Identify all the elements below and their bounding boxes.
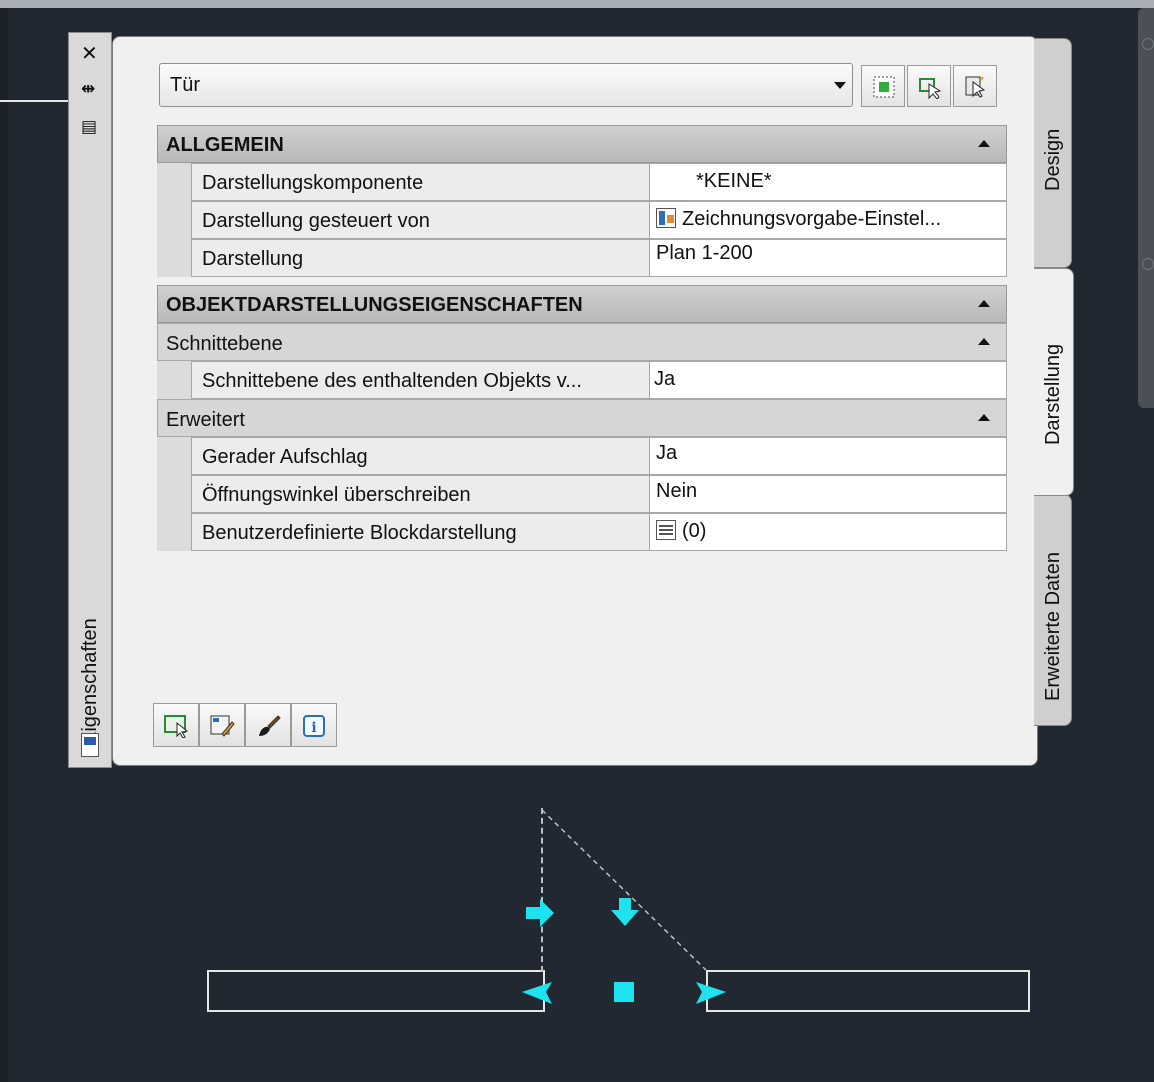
property-value[interactable]: Nein: [649, 475, 1007, 513]
tab-label: Design: [1042, 128, 1064, 191]
property-value[interactable]: Ja: [649, 437, 1007, 475]
edit-style-icon: [164, 715, 189, 738]
category-label: OBJEKTDARSTELLUNGSEIGENSCHAFTEN: [166, 294, 583, 316]
property-value[interactable]: Ja: [649, 361, 1007, 399]
property-row[interactable]: Gerader Aufschlag Ja: [157, 437, 1007, 475]
door-swing-line: [541, 809, 707, 971]
properties-menu-icon[interactable]: ▤: [81, 117, 97, 137]
grip-triangle-left-icon[interactable]: [520, 980, 554, 1006]
property-row[interactable]: Öffnungswinkel überschreiben Nein: [157, 475, 1007, 513]
toggle-pickadd-button[interactable]: [953, 65, 997, 107]
edit-display-button[interactable]: [199, 703, 245, 747]
collapse-icon[interactable]: [978, 414, 990, 421]
palette-titlebar[interactable]: ✕ ⇹ ▤ Eigenschaften: [68, 32, 112, 768]
property-row[interactable]: Schnittebene des enthaltenden Objekts v.…: [157, 361, 1007, 399]
property-value[interactable]: (0): [649, 513, 1007, 551]
collapse-icon[interactable]: [978, 140, 990, 147]
property-name: Öffnungswinkel überschreiben: [191, 475, 649, 513]
tab-design[interactable]: Design: [1034, 38, 1072, 268]
subcategory-label: Schnittebene: [166, 333, 283, 355]
tab-erweiterte-daten[interactable]: Erweiterte Daten: [1034, 494, 1072, 726]
row-gutter: [157, 163, 191, 201]
wall-segment-left[interactable]: [207, 970, 545, 1012]
select-objects-icon: [919, 78, 942, 99]
palette-title: Eigenschaften: [79, 618, 101, 745]
property-row[interactable]: Darstellung Plan 1-200: [157, 239, 1007, 277]
info-button[interactable]: i: [291, 703, 337, 747]
row-gutter: [157, 201, 191, 239]
property-value-text: Zeichnungsvorgabe-Einstel...: [682, 208, 942, 230]
palette-content: Tür ALLGEMEIN Darstellungskomponente *KE…: [112, 36, 1038, 766]
drawing-setup-icon: [656, 208, 676, 228]
auto-hide-icon[interactable]: ⇹: [81, 79, 95, 99]
edit-style-button[interactable]: [153, 703, 199, 747]
edit-display-icon: [210, 715, 235, 737]
match-properties-icon: [259, 715, 281, 736]
docked-palette-edge[interactable]: [1138, 8, 1154, 408]
grip-triangle-right-icon[interactable]: [694, 980, 728, 1006]
row-gutter: [157, 437, 191, 475]
wall-segment-right[interactable]: [706, 970, 1030, 1012]
property-name: Darstellung: [191, 239, 649, 277]
tab-darstellung[interactable]: Darstellung: [1034, 268, 1074, 496]
grip-arrow-down-icon[interactable]: [608, 896, 642, 930]
properties-palette: ✕ ⇹ ▤ Eigenschaften Tür ALLGEMEIN Darste…: [68, 32, 1074, 768]
object-type-dropdown[interactable]: Tür: [159, 63, 853, 107]
left-edge: [0, 8, 8, 1082]
property-name: Darstellungskomponente: [191, 163, 649, 201]
collapse-icon[interactable]: [978, 300, 990, 307]
drawing-line: [0, 100, 70, 102]
row-gutter: [157, 475, 191, 513]
property-name: Benutzerdefinierte Blockdarstellung: [191, 513, 649, 551]
top-border: [0, 0, 1154, 8]
row-gutter: [157, 513, 191, 551]
info-icon: i: [303, 715, 325, 737]
property-value-text: (0): [682, 520, 707, 542]
property-value[interactable]: *KEINE*: [649, 163, 1007, 201]
category-label: ALLGEMEIN: [166, 134, 284, 156]
chevron-down-icon: [834, 82, 846, 89]
subcategory-erweitert[interactable]: Erweitert: [157, 399, 1007, 437]
palette-circle-icon: [1142, 38, 1154, 50]
category-allgemein[interactable]: ALLGEMEIN: [157, 125, 1007, 163]
row-gutter: [157, 361, 191, 399]
tab-label: Darstellung: [1042, 343, 1064, 445]
match-properties-button[interactable]: [245, 703, 291, 747]
svg-text:i: i: [311, 720, 316, 736]
table-icon: [656, 520, 676, 540]
quick-select-button[interactable]: [861, 65, 905, 107]
property-name: Schnittebene des enthaltenden Objekts v.…: [191, 361, 649, 399]
row-gutter: [157, 239, 191, 277]
collapse-icon[interactable]: [978, 338, 990, 345]
quick-select-icon: [873, 76, 895, 98]
property-name: Darstellung gesteuert von: [191, 201, 649, 239]
property-value[interactable]: Plan 1-200: [649, 239, 1007, 277]
toggle-pickadd-icon: [965, 76, 986, 98]
grip-square-icon[interactable]: [614, 982, 634, 1002]
palette-circle-icon: [1142, 258, 1154, 270]
close-icon[interactable]: ✕: [81, 43, 98, 63]
subcategory-schnittebene[interactable]: Schnittebene: [157, 323, 1007, 361]
property-row[interactable]: Darstellungskomponente *KEINE*: [157, 163, 1007, 201]
property-value[interactable]: Zeichnungsvorgabe-Einstel...: [649, 201, 1007, 239]
property-name: Gerader Aufschlag: [191, 437, 649, 475]
category-objektdarstellung[interactable]: OBJEKTDARSTELLUNGSEIGENSCHAFTEN: [157, 285, 1007, 323]
property-row[interactable]: Benutzerdefinierte Blockdarstellung (0): [157, 513, 1007, 551]
property-row[interactable]: Darstellung gesteuert von Zeichnungsvorg…: [157, 201, 1007, 239]
object-type-value: Tür: [170, 74, 200, 96]
tab-label: Erweiterte Daten: [1042, 552, 1064, 701]
select-objects-button[interactable]: [907, 65, 951, 107]
subcategory-label: Erweitert: [166, 409, 245, 431]
palette-settings-icon[interactable]: [81, 733, 99, 757]
grip-arrow-right-icon[interactable]: [524, 896, 558, 932]
